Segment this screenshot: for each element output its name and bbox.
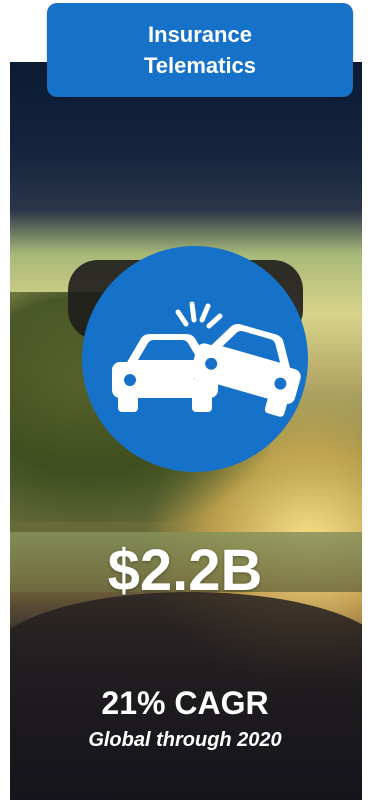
category-title-line-2: Telematics [143,53,257,78]
growth-rate: 21% CAGR [101,685,269,721]
category-title-line-1: Insurance [148,22,252,47]
market-value: $2.2B [107,538,263,603]
car-crash-glyph [112,301,301,417]
growth-note: Global through 2020 [88,729,282,751]
category-badge: Insurance Telematics [47,3,353,97]
car-crash-icon [82,246,308,472]
telematics-card: Insurance Telematics $2.2B 21% CAGR Glob… [0,0,370,800]
category-title: Insurance Telematics [144,19,256,81]
